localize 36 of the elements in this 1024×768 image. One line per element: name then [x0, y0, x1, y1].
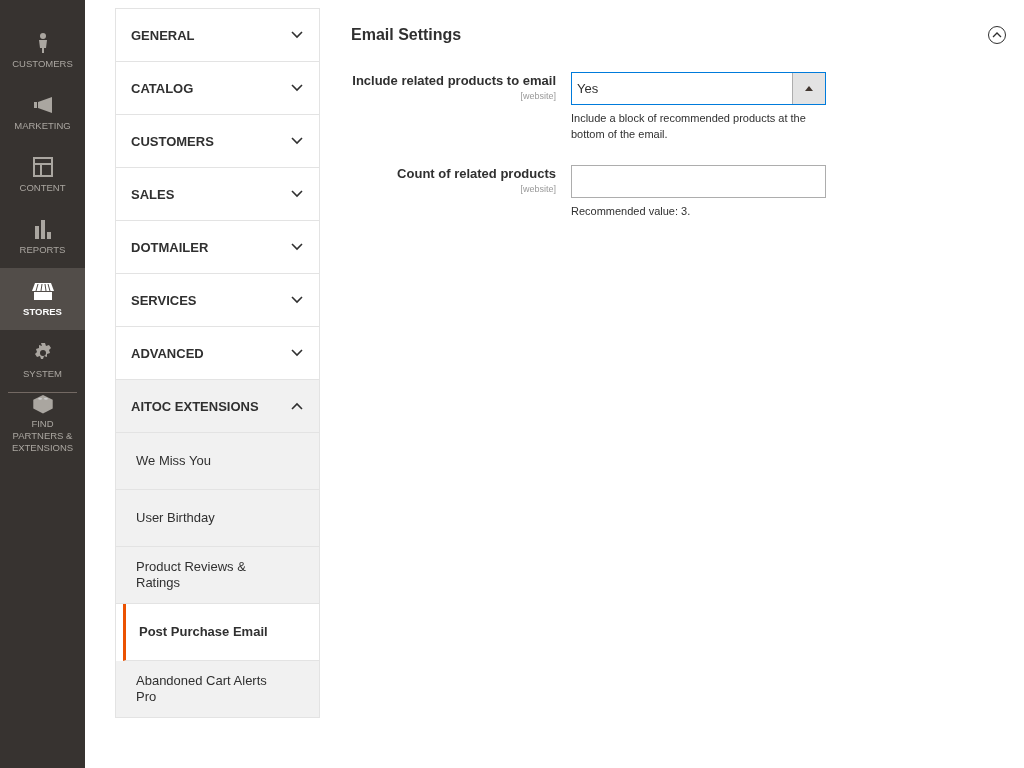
collapse-button[interactable]: [988, 26, 1006, 44]
config-subitem[interactable]: User Birthday: [116, 490, 319, 547]
nav-item[interactable]: CUSTOMERS: [0, 20, 85, 82]
field-note: Recommended value: 3.: [571, 203, 692, 219]
config-subitem[interactable]: Abandoned Cart Alerts Pro: [116, 661, 319, 718]
nav-item[interactable]: MARKETING: [0, 82, 85, 144]
section-title: Email Settings: [351, 26, 462, 44]
field-label: Include related products to email: [352, 72, 556, 90]
scope-label: [website]: [520, 90, 556, 101]
nav-item[interactable]: SYSTEM: [0, 330, 85, 392]
chevron-down-icon: [291, 190, 303, 198]
storefront-icon: [31, 280, 54, 303]
chevron-up-icon: [291, 402, 303, 410]
chevron-up-icon: [992, 32, 1002, 38]
chevron-down-icon: [291, 349, 303, 357]
chevron-down-icon: [291, 84, 303, 92]
brick-icon: [31, 393, 54, 415]
nav-item[interactable]: REPORTS: [0, 206, 85, 268]
nav-item[interactable]: FIND PARTNERS & EXTENSIONS: [8, 392, 77, 454]
caret-icon: [805, 86, 813, 91]
chevron-down-icon: [291, 296, 303, 304]
select-field[interactable]: Yes: [571, 72, 826, 105]
nav-item[interactable]: STORES: [0, 268, 85, 330]
field-label: Count of related products: [397, 164, 556, 183]
chevron-down-icon: [291, 31, 303, 39]
field-note: Include a block of recommended products at the bottom of the email.: [571, 111, 807, 142]
config-tab[interactable]: AITOC EXTENSIONS: [116, 380, 319, 433]
config-subitem[interactable]: Post Purchase Email: [123, 604, 319, 661]
nav-item[interactable]: CONTENT: [0, 144, 85, 206]
config-subitem[interactable]: Product Reviews & Ratings: [116, 547, 319, 604]
config-subitem[interactable]: We Miss You: [116, 433, 319, 490]
chevron-down-icon: [291, 243, 303, 251]
layout-icon: [31, 156, 54, 179]
input-field[interactable]: [571, 164, 826, 198]
chevron-down-icon: [291, 137, 303, 145]
scope-label: [website]: [520, 183, 556, 194]
